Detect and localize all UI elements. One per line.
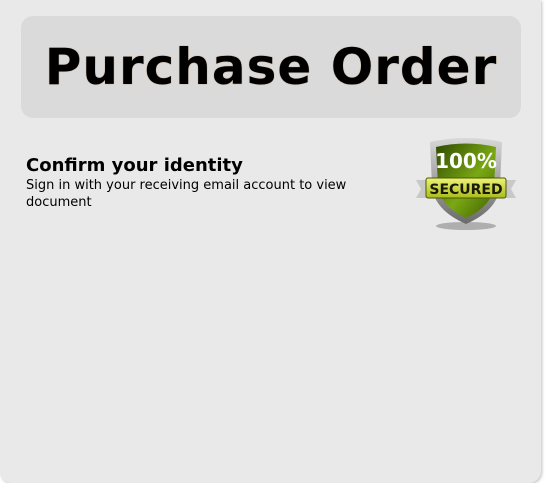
page-title: Purchase Order <box>44 38 498 96</box>
secured-shield-icon: 100% SECURED <box>416 138 516 230</box>
identity-section: Confirm your identity Sign in with your … <box>26 155 406 211</box>
header-banner: Purchase Order <box>21 16 521 118</box>
badge-percent: 100% <box>435 149 497 173</box>
login-card: Purchase Order Confirm your identity Sig… <box>0 0 541 483</box>
badge-label: SECURED <box>429 182 502 198</box>
identity-heading: Confirm your identity <box>26 155 243 176</box>
identity-subtext: Sign in with your receiving email accoun… <box>26 178 347 210</box>
